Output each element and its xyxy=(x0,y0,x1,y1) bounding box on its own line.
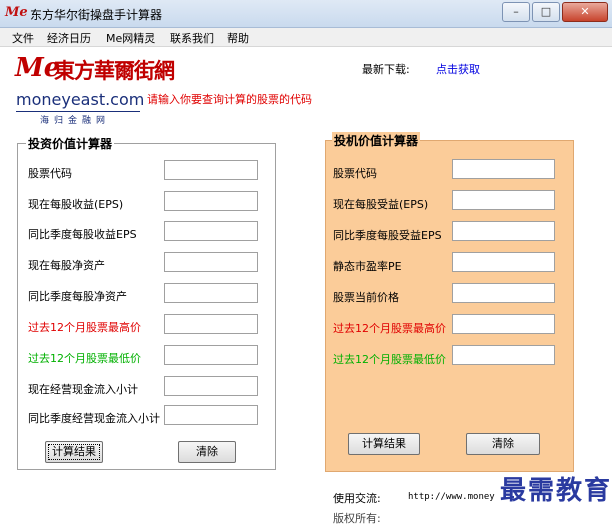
left-current-cashflow-input[interactable] xyxy=(164,376,258,396)
right-yoy-eps-input[interactable] xyxy=(452,221,555,241)
left-yoy-nav-input[interactable] xyxy=(164,283,258,303)
left-label-yoy-cashflow: 同比季度经营现金流入小计 xyxy=(28,412,160,425)
speculative-panel-title: 投机价值计算器 xyxy=(332,132,421,149)
investment-value-panel: 投资价值计算器 股票代码 现在每股收益(EPS) 同比季度每股收益EPS 现在每… xyxy=(17,135,276,470)
right-current-price-input[interactable] xyxy=(452,283,555,303)
right-static-pe-input[interactable] xyxy=(452,252,555,272)
speculative-value-panel: 投机价值计算器 股票代码 现在每股受益(EPS) 同比季度每股受益EPS 静态市… xyxy=(325,132,574,472)
left-yoy-cashflow-input[interactable] xyxy=(164,405,258,425)
watermark-text: 最需教育 xyxy=(500,476,612,506)
left-12m-high-input[interactable] xyxy=(164,314,258,334)
right-label-static-pe: 静态市盈率PE xyxy=(333,260,402,273)
left-label-current-nav: 现在每股净资产 xyxy=(28,259,105,272)
left-label-current-cashflow: 现在经营现金流入小计 xyxy=(28,383,138,396)
menu-file[interactable]: 文件 xyxy=(12,30,34,46)
logo-divider xyxy=(16,111,140,112)
right-current-eps-input[interactable] xyxy=(452,190,555,210)
right-label-current-price: 股票当前价格 xyxy=(333,291,399,304)
left-current-eps-input[interactable] xyxy=(164,191,258,211)
close-button[interactable]: ✕ xyxy=(562,2,608,22)
left-stock-code-input[interactable] xyxy=(164,160,258,180)
right-label-current-eps: 现在每股受益(EPS) xyxy=(333,198,429,211)
download-label: 最新下载: xyxy=(362,63,410,76)
right-calculate-button[interactable]: 计算结果 xyxy=(348,433,420,455)
title-bar: Me 东方华尔街操盘手计算器 – □ ✕ xyxy=(0,0,612,28)
menu-me-wizard[interactable]: Me网精灵 xyxy=(106,30,155,46)
maximize-button[interactable]: □ xyxy=(532,2,560,22)
contact-label: 使用交流: xyxy=(333,492,381,505)
left-label-yoy-eps: 同比季度每股收益EPS xyxy=(28,228,137,241)
right-12m-low-input[interactable] xyxy=(452,345,555,365)
logo-chinese-name: 東方華爾街網 xyxy=(54,58,175,83)
instruction-text: 请输入你要查询计算的股票的代码 xyxy=(147,93,312,106)
contact-url[interactable]: http://www.money xyxy=(408,492,495,502)
right-label-12m-low: 过去12个月股票最低价 xyxy=(333,353,446,366)
left-current-nav-input[interactable] xyxy=(164,252,258,272)
right-label-stock-code: 股票代码 xyxy=(333,167,377,180)
menu-economic-calendar[interactable]: 经济日历 xyxy=(47,30,91,46)
left-label-12m-high: 过去12个月股票最高价 xyxy=(28,321,141,334)
menu-bar: 文件 经济日历 Me网精灵 联系我们 帮助 xyxy=(0,28,612,47)
left-label-stock-code: 股票代码 xyxy=(28,167,72,180)
download-link[interactable]: 点击获取 xyxy=(436,61,480,77)
app-icon: Me xyxy=(5,5,28,20)
logo-site-name: moneyeast.com xyxy=(16,90,145,109)
left-label-12m-low: 过去12个月股票最低价 xyxy=(28,352,141,365)
window-title: 东方华尔街操盘手计算器 xyxy=(30,8,163,22)
right-label-yoy-eps: 同比季度每股受益EPS xyxy=(333,229,442,242)
menu-help[interactable]: 帮助 xyxy=(227,30,249,46)
left-label-yoy-nav: 同比季度每股净资产 xyxy=(28,290,127,303)
right-label-12m-high: 过去12个月股票最高价 xyxy=(333,322,446,335)
left-calculate-button[interactable]: 计算结果 xyxy=(45,441,103,463)
left-label-current-eps: 现在每股收益(EPS) xyxy=(28,198,124,211)
left-12m-low-input[interactable] xyxy=(164,345,258,365)
logo-tagline: 海归金融网 xyxy=(40,116,111,126)
right-stock-code-input[interactable] xyxy=(452,159,555,179)
minimize-button[interactable]: – xyxy=(502,2,530,22)
left-clear-button[interactable]: 清除 xyxy=(178,441,236,463)
right-12m-high-input[interactable] xyxy=(452,314,555,334)
investment-panel-title: 投资价值计算器 xyxy=(26,135,115,152)
copyright-label: 版权所有: xyxy=(333,512,381,525)
right-clear-button[interactable]: 清除 xyxy=(466,433,540,455)
window-controls: – □ ✕ xyxy=(502,2,608,22)
left-yoy-eps-input[interactable] xyxy=(164,221,258,241)
menu-contact[interactable]: 联系我们 xyxy=(170,30,214,46)
